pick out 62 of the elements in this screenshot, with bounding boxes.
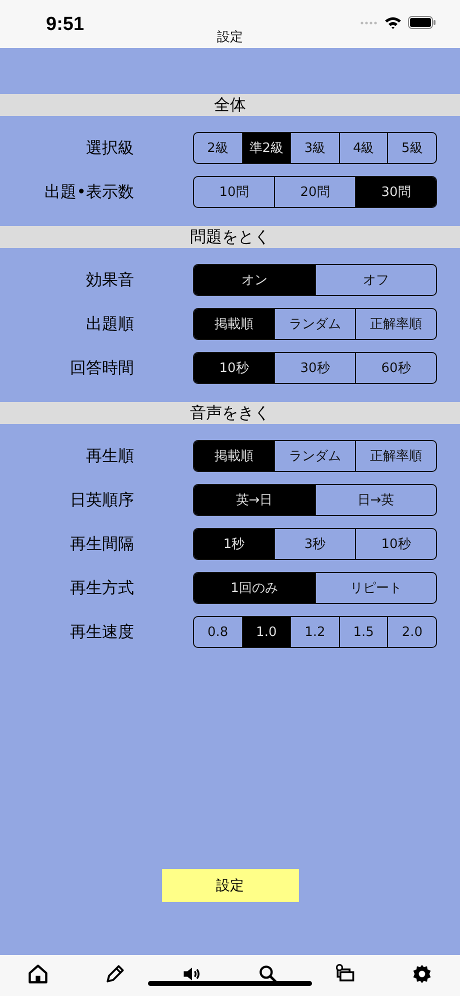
- setting-label: 再生間隔: [69, 534, 134, 554]
- segment-option[interactable]: ランダム: [274, 441, 355, 471]
- segment-option[interactable]: 1.0: [242, 617, 290, 647]
- segment-option[interactable]: オフ: [314, 265, 436, 295]
- segment-option[interactable]: 5級: [387, 133, 436, 163]
- battery-icon: [408, 16, 436, 29]
- setting-label: 出題•表示数: [44, 182, 134, 202]
- segment-option[interactable]: 10問: [194, 177, 274, 207]
- segmented-control[interactable]: オン オフ: [193, 264, 437, 296]
- segment-option[interactable]: 3秒: [274, 529, 355, 559]
- setting-label: 再生速度: [69, 622, 134, 642]
- segment-option[interactable]: 60秒: [355, 353, 436, 383]
- segmented-control[interactable]: 1回のみ リピート: [193, 572, 437, 604]
- segment-option[interactable]: 英→日: [194, 485, 314, 515]
- segment-option[interactable]: 1秒: [194, 529, 274, 559]
- segment-option[interactable]: 30問: [355, 177, 436, 207]
- segment-option[interactable]: 10秒: [194, 353, 274, 383]
- segment-option[interactable]: 掲載順: [194, 441, 274, 471]
- setting-label: 日英順序: [69, 490, 134, 510]
- screen-title: 設定: [217, 29, 243, 46]
- section-title: 音声をきく: [190, 402, 270, 424]
- segment-option[interactable]: 30秒: [274, 353, 355, 383]
- segment-option[interactable]: 4級: [338, 133, 388, 163]
- wifi-icon: [384, 16, 402, 29]
- setting-label: 選択級: [85, 138, 134, 158]
- segment-option[interactable]: 0.8: [194, 617, 242, 647]
- segment-option[interactable]: 日→英: [314, 485, 436, 515]
- segmented-control[interactable]: 10秒 30秒 60秒: [193, 352, 437, 384]
- segment-option[interactable]: 2級: [194, 133, 242, 163]
- segmented-control[interactable]: 1秒 3秒 10秒: [193, 528, 437, 560]
- pencil-icon[interactable]: [104, 963, 126, 985]
- segmented-control[interactable]: 掲載順 ランダム 正解率順: [193, 440, 437, 472]
- setting-label: 出題順: [85, 314, 134, 334]
- segmented-control[interactable]: 0.8 1.0 1.2 1.5 2.0: [193, 616, 437, 648]
- setting-label: 回答時間: [69, 358, 134, 378]
- segmented-control[interactable]: 英→日 日→英: [193, 484, 437, 516]
- setting-label: 再生順: [85, 446, 134, 466]
- segment-option[interactable]: ランダム: [274, 309, 355, 339]
- setting-label: 効果音: [85, 270, 134, 290]
- segmented-control[interactable]: 2級 準2級 3級 4級 5級: [193, 132, 437, 164]
- segment-option[interactable]: 1.5: [338, 617, 388, 647]
- section-title: 問題をとく: [190, 226, 270, 248]
- segmented-control[interactable]: 掲載順 ランダム 正解率順: [193, 308, 437, 340]
- signal-icon: [360, 20, 378, 24]
- segmented-control[interactable]: 10問 20問 30問: [193, 176, 437, 208]
- status-time: 9:51: [46, 14, 84, 36]
- segment-option[interactable]: 正解率順: [355, 441, 436, 471]
- segment-option[interactable]: 掲載順: [194, 309, 274, 339]
- settings-icon[interactable]: [410, 963, 433, 985]
- home-icon[interactable]: [27, 963, 50, 985]
- segment-option[interactable]: 準2級: [242, 133, 290, 163]
- segment-option[interactable]: 10秒: [355, 529, 436, 559]
- setting-label: 再生方式: [69, 578, 134, 598]
- segment-option[interactable]: 3級: [290, 133, 339, 163]
- segment-option[interactable]: 正解率順: [355, 309, 436, 339]
- segment-option[interactable]: リピート: [314, 573, 436, 603]
- segment-option[interactable]: 1.2: [290, 617, 339, 647]
- settings-button[interactable]: 設定: [162, 869, 298, 902]
- section-title: 全体: [214, 94, 246, 116]
- segment-option[interactable]: 1回のみ: [194, 573, 314, 603]
- segment-option[interactable]: オン: [194, 265, 314, 295]
- segment-option[interactable]: 2.0: [387, 617, 436, 647]
